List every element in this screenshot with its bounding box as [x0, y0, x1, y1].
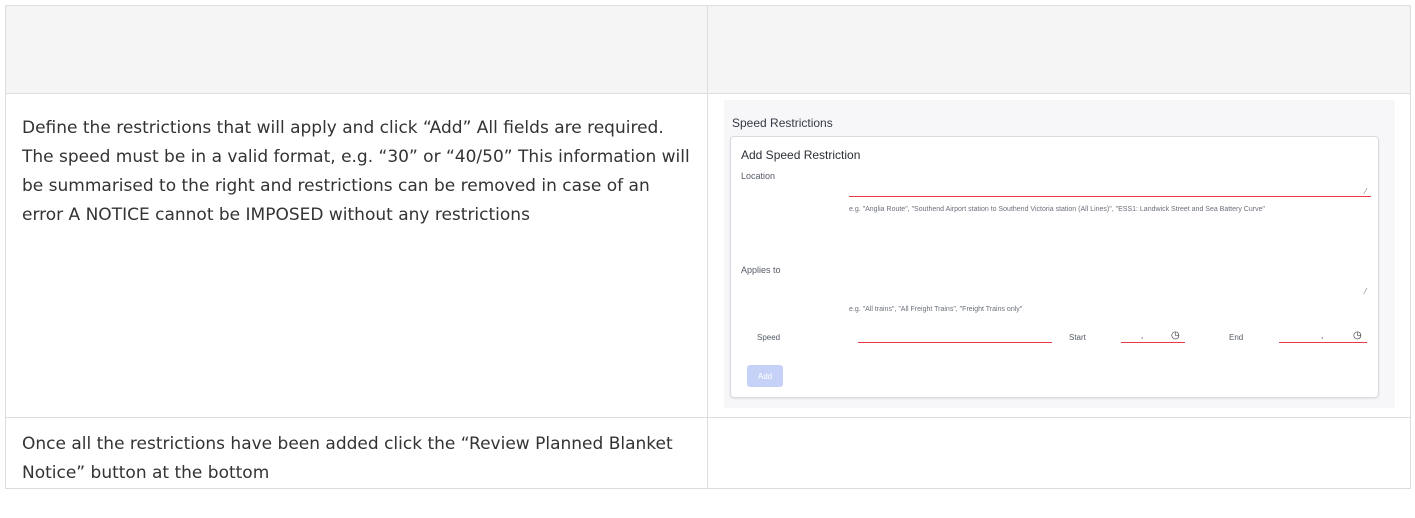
- location-input[interactable]: [849, 185, 1371, 197]
- clock-icon[interactable]: ◷: [1171, 330, 1180, 341]
- table-row: Define the restrictions that will apply …: [5, 93, 1411, 418]
- card-title: Add Speed Restriction: [741, 148, 861, 162]
- table-header-row: [5, 5, 1411, 94]
- clock-icon[interactable]: ◷: [1353, 330, 1362, 341]
- speed-restrictions-screenshot: Speed Restrictions Add Speed Restriction…: [724, 100, 1395, 408]
- header-cell-left: [5, 5, 708, 94]
- instruction-cell: Define the restrictions that will apply …: [5, 93, 708, 418]
- add-button[interactable]: Add: [747, 365, 783, 387]
- screenshot-cell: Speed Restrictions Add Speed Restriction…: [707, 93, 1411, 418]
- instruction-cell: Once all the restrictions have been adde…: [5, 417, 708, 489]
- time-separator: ,: [1321, 331, 1324, 340]
- instruction-text: Once all the restrictions have been adde…: [22, 434, 673, 483]
- header-cell-right: [707, 5, 1411, 94]
- location-label: Location: [741, 171, 776, 181]
- applies-to-hint: e.g. "All trains", "All Freight Trains",…: [849, 306, 1023, 313]
- resize-handle-icon[interactable]: ⁄: [1365, 187, 1366, 196]
- instruction-text: Define the restrictions that will apply …: [22, 118, 690, 225]
- table-row: Once all the restrictions have been adde…: [5, 417, 1411, 489]
- location-hint: e.g. "Anglia Route", "Southend Airport s…: [849, 206, 1265, 213]
- resize-handle-icon[interactable]: ⁄: [1365, 287, 1366, 296]
- time-separator: ,: [1141, 331, 1144, 340]
- speed-input[interactable]: [858, 327, 1052, 343]
- add-speed-restriction-card: Add Speed Restriction Location ⁄ e.g. "A…: [730, 136, 1379, 398]
- screenshot-cell: [707, 417, 1411, 489]
- applies-to-label: Applies to: [741, 265, 781, 275]
- end-label: End: [1229, 333, 1244, 342]
- start-label: Start: [1069, 333, 1086, 342]
- applies-to-input[interactable]: [849, 279, 1371, 291]
- section-title: Speed Restrictions: [732, 116, 833, 130]
- speed-label: Speed: [757, 333, 781, 342]
- instruction-table: Define the restrictions that will apply …: [5, 5, 1411, 489]
